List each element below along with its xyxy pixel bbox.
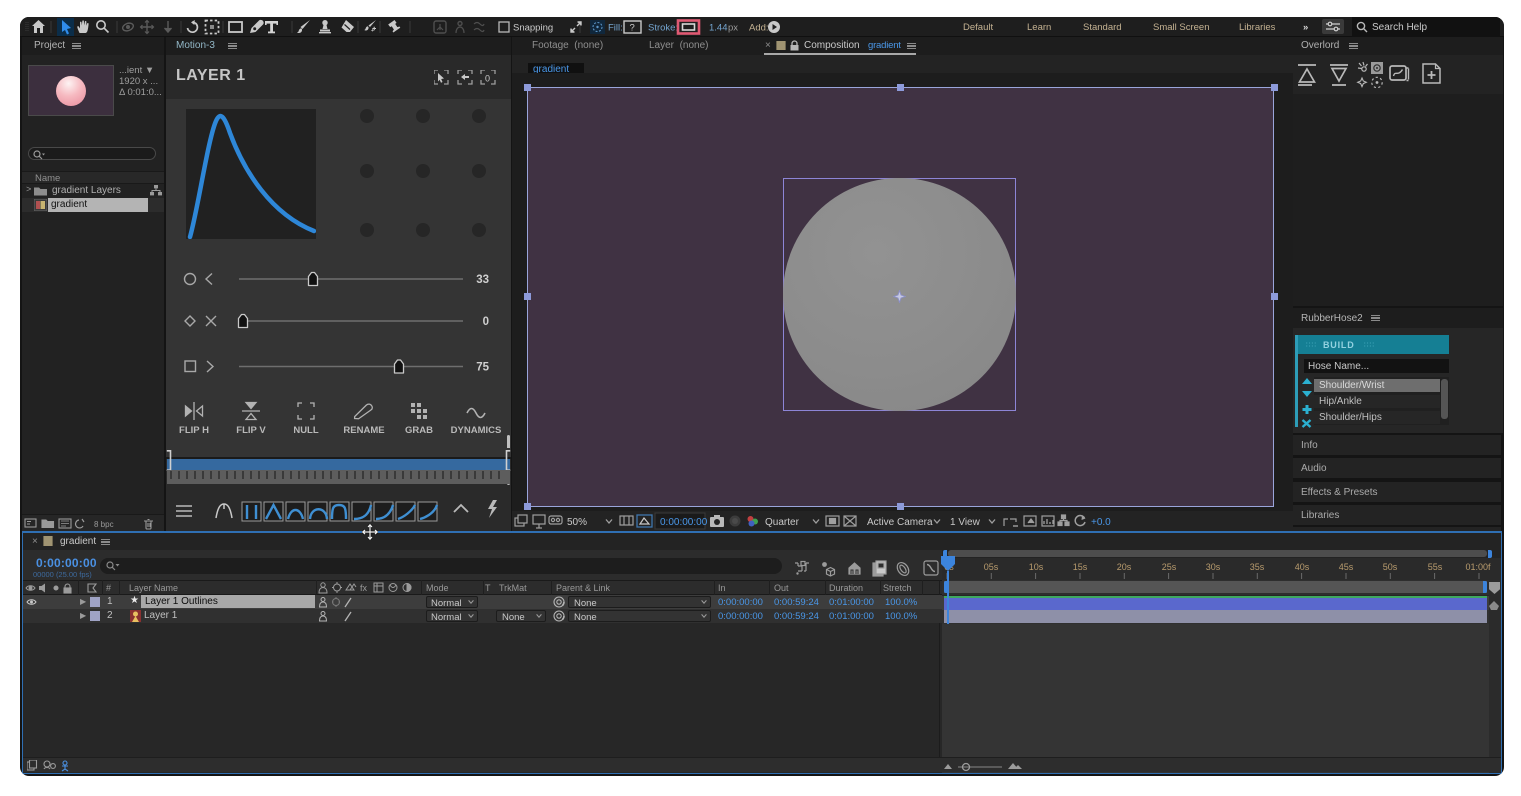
svg-text:01:00f: 01:00f bbox=[1465, 562, 1491, 572]
svg-text:50%: 50% bbox=[567, 517, 587, 528]
svg-text:45s: 45s bbox=[1339, 562, 1354, 572]
svg-text:NULL: NULL bbox=[293, 425, 319, 436]
svg-text:Quarter: Quarter bbox=[765, 517, 800, 528]
svg-text:15s: 15s bbox=[1073, 562, 1088, 572]
svg-text:fx: fx bbox=[360, 583, 368, 593]
svg-text:Stroke:: Stroke: bbox=[648, 23, 678, 34]
svg-text:05s: 05s bbox=[984, 562, 999, 572]
svg-text:1.44: 1.44 bbox=[709, 23, 728, 34]
svg-text:40s: 40s bbox=[1295, 562, 1310, 572]
svg-text:8 bpc: 8 bpc bbox=[94, 520, 114, 529]
svg-text:Add:: Add: bbox=[749, 23, 769, 34]
svg-text:33: 33 bbox=[476, 274, 489, 286]
svg-text:0:00:00:00: 0:00:00:00 bbox=[660, 517, 708, 528]
svg-text:Fill:: Fill: bbox=[608, 23, 623, 34]
svg-text:55s: 55s bbox=[1428, 562, 1443, 572]
svg-text:25s: 25s bbox=[1162, 562, 1177, 572]
svg-text:0: 0 bbox=[483, 316, 489, 328]
svg-text:0: 0 bbox=[485, 74, 490, 84]
svg-text:px: px bbox=[728, 23, 738, 34]
svg-text:+0.0: +0.0 bbox=[1091, 517, 1111, 528]
svg-text:10s: 10s bbox=[1029, 562, 1044, 572]
svg-text:35s: 35s bbox=[1250, 562, 1265, 572]
svg-text:DYNAMICS: DYNAMICS bbox=[451, 425, 502, 436]
svg-text:FLIP V: FLIP V bbox=[236, 425, 266, 436]
svg-text:1 View: 1 View bbox=[950, 517, 981, 528]
svg-text:RENAME: RENAME bbox=[343, 425, 384, 436]
svg-text:Active Camera: Active Camera bbox=[867, 517, 933, 528]
svg-text:Snapping: Snapping bbox=[513, 23, 553, 34]
svg-text:20s: 20s bbox=[1117, 562, 1132, 572]
svg-text:?: ? bbox=[630, 23, 635, 34]
svg-text:FLIP H: FLIP H bbox=[179, 425, 209, 436]
svg-text:GRAB: GRAB bbox=[405, 425, 433, 436]
svg-text:50s: 50s bbox=[1383, 562, 1398, 572]
svg-text:75: 75 bbox=[476, 362, 489, 374]
svg-text:30s: 30s bbox=[1206, 562, 1221, 572]
